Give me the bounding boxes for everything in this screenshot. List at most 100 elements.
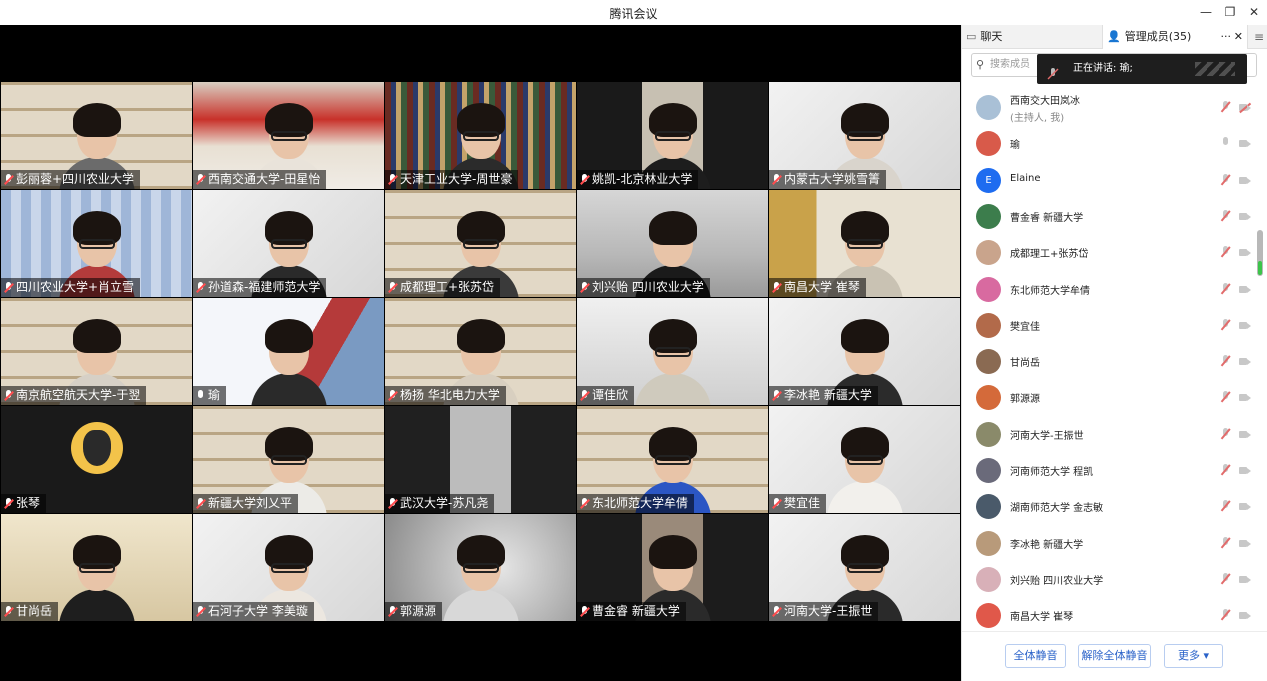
participant-nameplate: 南京航空航天大学-于翌 xyxy=(1,386,147,405)
mic-muted-icon[interactable] xyxy=(1220,209,1230,223)
camera-icon[interactable] xyxy=(1239,357,1251,366)
tab-chat[interactable]: ▭ 聊天 xyxy=(966,25,1102,49)
mic-muted-icon[interactable] xyxy=(1220,572,1230,586)
close-button[interactable]: ✕ xyxy=(1245,4,1263,20)
minimize-button[interactable]: — xyxy=(1197,4,1215,20)
video-tile[interactable]: 曹金睿 新疆大学 xyxy=(577,514,768,621)
video-tile[interactable]: 甘尚岳 xyxy=(1,514,192,621)
member-row[interactable]: 郭源源 xyxy=(976,379,1256,415)
mic-icon[interactable] xyxy=(1220,137,1230,150)
restore-button[interactable]: ❐ xyxy=(1221,4,1239,20)
member-avatar xyxy=(976,530,1001,556)
mute-all-button[interactable]: 全体静音 xyxy=(1005,644,1066,668)
video-tile[interactable]: 内蒙古大学姚雪箐 xyxy=(769,82,960,189)
participant-name: 河南大学-王振世 xyxy=(784,604,873,618)
camera-icon[interactable] xyxy=(1239,248,1251,257)
video-tile[interactable]: 南昌大学 崔琴 xyxy=(769,190,960,297)
camera-icon[interactable] xyxy=(1239,393,1251,402)
member-row[interactable]: 曹金睿 新疆大学 xyxy=(976,198,1256,234)
video-tile[interactable]: 孙道森-福建师范大学 xyxy=(193,190,384,297)
close-panel-icon[interactable]: ✕ xyxy=(1234,25,1243,49)
mic-muted-icon[interactable] xyxy=(1220,173,1230,187)
more-button[interactable]: 更多 ▾ xyxy=(1164,644,1223,668)
video-tile[interactable]: 瑜 xyxy=(193,298,384,405)
window-title: 腾讯会议 xyxy=(609,7,658,21)
mic-muted-icon xyxy=(3,389,14,402)
mic-muted-icon xyxy=(579,605,590,618)
member-row[interactable]: 河南师范大学 程凯 xyxy=(976,452,1256,488)
video-tile[interactable]: 南京航空航天大学-于翌 xyxy=(1,298,192,405)
video-tile[interactable]: 樊宜佳 xyxy=(769,406,960,513)
member-name: 湖南师范大学 金志敏 xyxy=(1010,503,1104,515)
member-row[interactable]: 东北师范大学牟倩 xyxy=(976,271,1256,307)
video-tile[interactable]: 东北师范大学牟倩 xyxy=(577,406,768,513)
participant-nameplate: 四川农业大学+肖立雪 xyxy=(1,278,141,297)
tab-members[interactable]: 👤 管理成员(35) ··· ✕ xyxy=(1102,25,1248,49)
mic-muted-icon[interactable] xyxy=(1220,282,1230,296)
participant-name: 刘兴贻 四川农业大学 xyxy=(592,280,704,294)
video-tile[interactable]: 四川农业大学+肖立雪 xyxy=(1,190,192,297)
video-tile[interactable]: 成都理工+张苏岱 xyxy=(385,190,576,297)
video-tile[interactable]: 谭佳欣 xyxy=(577,298,768,405)
member-avatar: E xyxy=(976,167,1001,193)
video-tile[interactable]: 彭丽蓉+四川农业大学 xyxy=(1,82,192,189)
video-tile[interactable]: 郭源源 xyxy=(385,514,576,621)
member-row[interactable]: 成都理工+张苏岱 xyxy=(976,234,1256,270)
more-options-icon[interactable]: ··· xyxy=(1221,25,1232,49)
camera-icon[interactable] xyxy=(1239,321,1251,330)
camera-icon[interactable] xyxy=(1239,502,1251,511)
participant-nameplate: 李冰艳 新疆大学 xyxy=(769,386,878,405)
video-tile[interactable]: 天津工业大学-周世豪 xyxy=(385,82,576,189)
menu-icon[interactable]: ≡ xyxy=(1254,25,1264,49)
video-tile[interactable]: 张琴 xyxy=(1,406,192,513)
member-avatar xyxy=(976,95,1001,120)
member-row[interactable]: 西南交大田岚冰 (主持人, 我) xyxy=(976,89,1256,125)
camera-icon[interactable] xyxy=(1239,466,1251,475)
mic-muted-icon[interactable] xyxy=(1220,355,1230,368)
unmute-all-button[interactable]: 解除全体静音 xyxy=(1078,644,1151,668)
camera-icon[interactable] xyxy=(1239,285,1251,294)
mic-muted-icon[interactable] xyxy=(1220,246,1230,259)
camera-icon[interactable] xyxy=(1239,212,1251,221)
member-row[interactable]: 李冰艳 新疆大学 xyxy=(976,525,1256,561)
video-tile[interactable]: 刘兴贻 四川农业大学 xyxy=(577,190,768,297)
mic-muted-icon[interactable] xyxy=(1220,318,1230,332)
camera-off-icon[interactable] xyxy=(1239,102,1251,113)
video-tile[interactable]: 李冰艳 新疆大学 xyxy=(769,298,960,405)
member-row[interactable]: 刘兴贻 四川农业大学 xyxy=(976,561,1256,597)
member-row[interactable]: 湖南师范大学 金志敏 xyxy=(976,488,1256,524)
participant-name: 天津工业大学-周世豪 xyxy=(400,172,513,186)
video-tile[interactable]: 石河子大学 李美璇 xyxy=(193,514,384,621)
participant-nameplate: 孙道森-福建师范大学 xyxy=(193,278,327,297)
video-tile[interactable]: 武汉大学-苏凡尧 xyxy=(385,406,576,513)
participant-nameplate: 姚凯-北京林业大学 xyxy=(577,170,699,189)
camera-icon[interactable] xyxy=(1239,611,1251,620)
camera-icon[interactable] xyxy=(1239,539,1251,548)
mic-muted-icon[interactable] xyxy=(1220,500,1230,513)
member-row[interactable]: 甘尚岳 xyxy=(976,343,1256,379)
mic-muted-icon[interactable] xyxy=(1220,536,1230,550)
member-row[interactable]: E Elaine xyxy=(976,162,1256,198)
member-row[interactable]: 瑜 xyxy=(976,125,1256,161)
mic-muted-icon[interactable] xyxy=(1220,464,1230,477)
video-tile[interactable]: 新疆大学刘乂平 xyxy=(193,406,384,513)
video-tile[interactable]: 西南交通大学-田星怡 xyxy=(193,82,384,189)
video-tile[interactable]: 姚凯-北京林业大学 xyxy=(577,82,768,189)
mic-muted-icon[interactable] xyxy=(1220,391,1230,404)
camera-icon[interactable] xyxy=(1239,139,1251,148)
member-row[interactable]: 樊宜佳 xyxy=(976,307,1256,343)
mic-muted-icon[interactable] xyxy=(1220,609,1230,622)
mic-muted-icon[interactable] xyxy=(1220,101,1230,114)
video-tile[interactable]: 杨扬 华北电力大学 xyxy=(385,298,576,405)
video-tile[interactable]: 河南大学-王振世 xyxy=(769,514,960,621)
member-avatar xyxy=(976,458,1001,483)
camera-icon[interactable] xyxy=(1239,176,1251,185)
camera-icon[interactable] xyxy=(1239,575,1251,584)
participant-nameplate: 樊宜佳 xyxy=(769,494,827,513)
camera-icon[interactable] xyxy=(1239,430,1251,439)
member-row[interactable]: 南昌大学 崔琴 xyxy=(976,597,1256,631)
participant-name: 甘尚岳 xyxy=(16,604,53,618)
tab-members-label: 管理成员(35) xyxy=(1124,30,1192,43)
member-row[interactable]: 河南大学-王振世 xyxy=(976,416,1256,452)
mic-muted-icon[interactable] xyxy=(1220,427,1230,441)
